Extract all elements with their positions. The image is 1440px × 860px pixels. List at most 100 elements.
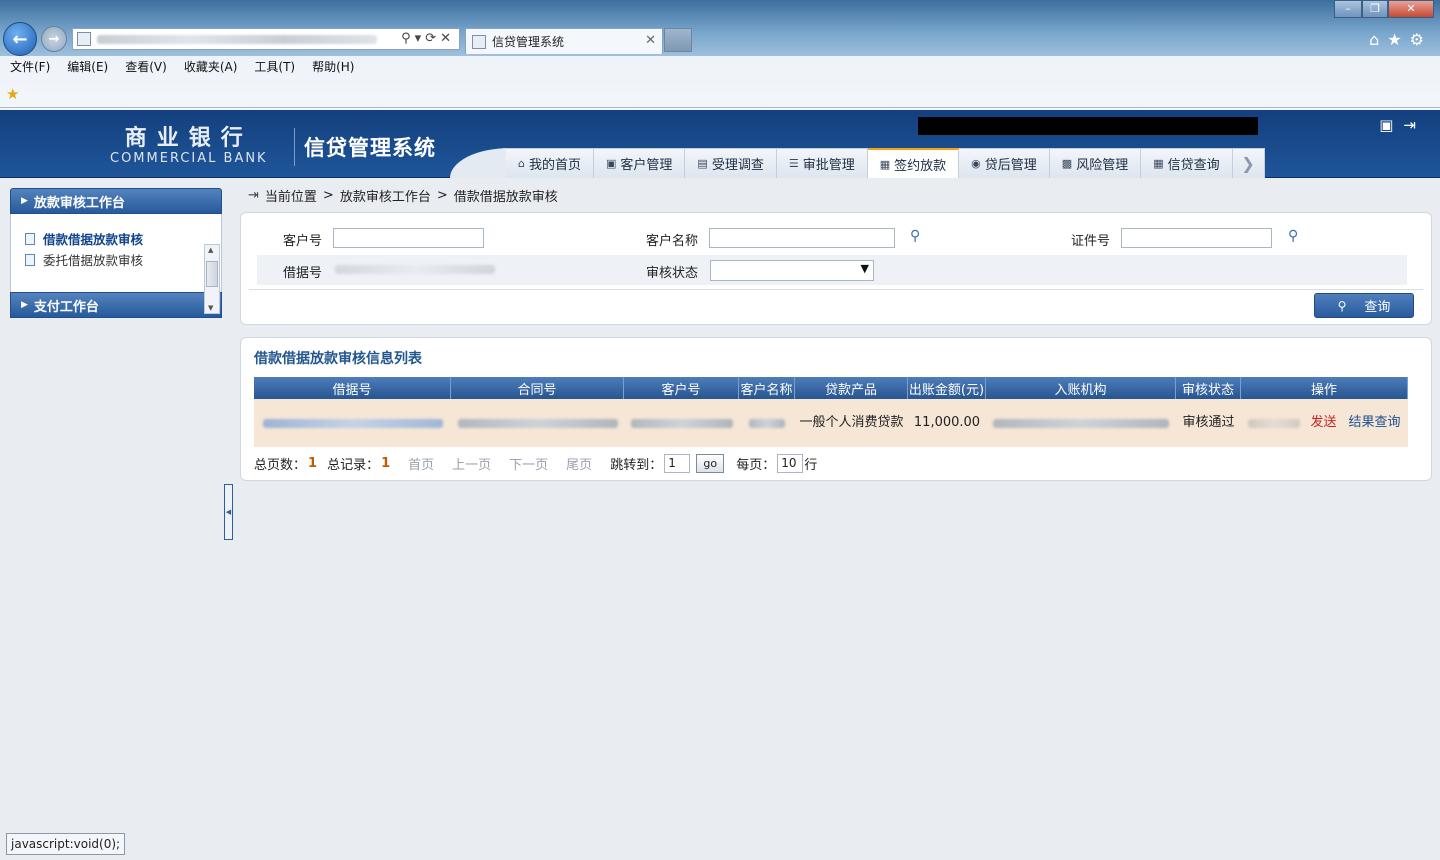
customer-no-label: 客户号 — [283, 234, 323, 249]
search-icon[interactable]: ⚲ — [1288, 228, 1298, 244]
new-tab-button[interactable] — [664, 28, 692, 52]
menu-edit[interactable]: 编辑(E) — [67, 57, 108, 77]
col-header[interactable]: 客户名称 — [739, 377, 795, 399]
tab-risk[interactable]: ▩ 风险管理 — [1049, 148, 1142, 178]
col-header[interactable]: 出账金额(元) — [908, 377, 986, 399]
cell-loan-no[interactable] — [254, 399, 451, 447]
tab-label: 受理调查 — [711, 158, 764, 173]
tab-postloan[interactable]: ◉ 贷后管理 — [959, 148, 1050, 178]
home-icon[interactable]: ⌂ — [1369, 30, 1387, 49]
menu-favorites[interactable]: 收藏夹(A) — [184, 57, 238, 77]
breadcrumb-sep: > — [322, 188, 334, 203]
logout-icon[interactable]: ⇥ — [1403, 116, 1426, 134]
menu-tools[interactable]: 工具(T) — [254, 57, 295, 77]
forward-button[interactable]: → — [41, 26, 67, 52]
triangle-left-icon: ◀ — [225, 508, 232, 516]
triangle-right-icon: ▶ — [21, 196, 28, 206]
menu-help[interactable]: 帮助(H) — [312, 57, 354, 77]
bank-logo: 商业银行 COMMERCIAL BANK — [110, 126, 268, 166]
system-title: 信贷管理系统 — [304, 136, 436, 160]
location-icon: ⇥ — [248, 188, 259, 203]
prev-page-link[interactable]: 上一页 — [452, 454, 491, 473]
nav-more-button[interactable]: ❯ — [1232, 148, 1265, 178]
customer-name-input[interactable] — [709, 228, 895, 248]
sidebar-section-loan-review[interactable]: ▶ 放款审核工作台 — [10, 188, 222, 214]
tab-home[interactable]: ⌂ 我的首页 — [506, 148, 594, 178]
browser-tab-title: 信贷管理系统 — [492, 35, 565, 49]
redacted-text — [262, 418, 443, 428]
query-button[interactable]: ⚲ 查询 — [1314, 293, 1414, 318]
sidebar-item-entrusted-receipt-review[interactable]: 委托借据放款审核 — [25, 249, 221, 270]
result-query-link[interactable]: 结果查询 — [1349, 411, 1401, 435]
menu-file[interactable]: 文件(F) — [10, 57, 50, 77]
favorites-star-icon[interactable]: ★ — [1387, 30, 1409, 49]
scroll-down-icon[interactable]: ▼ — [208, 304, 213, 312]
address-url-redacted — [97, 34, 377, 44]
pager: 总页数： 1 总记录： 1 首页 上一页 下一页 尾页 跳转到： 1 go 每页… — [254, 454, 817, 473]
col-header[interactable]: 贷款产品 — [795, 377, 908, 399]
document-icon — [25, 232, 35, 245]
tab-favicon-icon — [472, 34, 486, 49]
redacted-text — [457, 418, 618, 428]
sidebar-item-label: 委托借据放款审核 — [43, 253, 144, 268]
search-icon[interactable]: ⚲ — [910, 228, 920, 244]
sidebar-item-loan-receipt-review[interactable]: 借款借据放款审核 — [25, 228, 221, 249]
header-icons: ▣⇥ — [1379, 116, 1426, 134]
cell-branch — [986, 399, 1176, 447]
tab-contract[interactable]: ▦ 签约放款 — [867, 148, 960, 178]
tab-survey[interactable]: ▤ 受理调查 — [685, 148, 777, 178]
menu-view[interactable]: 查看(V) — [125, 57, 167, 77]
first-page-link[interactable]: 首页 — [408, 454, 434, 473]
sidebar-section-payment[interactable]: ▶ 支付工作台 — [10, 292, 222, 318]
customer-no-input[interactable] — [333, 228, 484, 248]
address-tools[interactable]: ⚲▾⟳✕ — [401, 31, 455, 46]
home-icon: ⌂ — [518, 157, 525, 170]
last-page-link[interactable]: 尾页 — [566, 454, 592, 473]
table-row[interactable]: 一般个人消费贷款 11,000.00 审核通过 发送 结果查询 — [254, 399, 1408, 447]
scroll-up-icon[interactable]: ▲ — [208, 246, 213, 254]
col-header[interactable]: 操作 — [1241, 377, 1408, 399]
breadcrumb-item[interactable]: 放款审核工作台 — [340, 186, 431, 205]
minimize-button[interactable]: – — [1334, 0, 1362, 18]
close-tab-icon[interactable]: ✕ — [645, 33, 656, 48]
sidebar-collapse-handle[interactable]: ◀ — [224, 484, 233, 540]
jump-page-input[interactable]: 1 — [664, 454, 691, 473]
per-page-input[interactable]: 10 — [777, 454, 804, 473]
next-page-link[interactable]: 下一页 — [509, 454, 548, 473]
back-button[interactable]: ← — [3, 22, 37, 56]
sidebar-item-label: 借款借据放款审核 — [43, 232, 144, 247]
arrow-right-icon: → — [48, 31, 60, 47]
col-header[interactable]: 客户号 — [624, 377, 739, 399]
tab-customer[interactable]: ▣ 客户管理 — [594, 148, 686, 178]
tab-query[interactable]: ▦ 信贷查询 — [1141, 148, 1233, 178]
customer-icon: ▣ — [606, 157, 617, 170]
go-button[interactable]: go — [696, 454, 725, 473]
chevron-right-icon: ❯ — [1241, 154, 1255, 173]
browser-tab[interactable]: 信贷管理系统 ✕ — [465, 28, 663, 54]
monitor-icon[interactable]: ▣ — [1379, 116, 1403, 134]
cell-status: 审核通过 — [1182, 415, 1235, 430]
loan-no-value-redacted[interactable] — [335, 265, 495, 274]
add-favorite-icon[interactable]: ★ — [6, 85, 19, 103]
breadcrumb-prefix: 当前位置 — [264, 190, 317, 205]
user-info-redacted — [918, 117, 1258, 135]
cell-amount: 11,000.00 — [913, 415, 981, 430]
id-no-input[interactable] — [1121, 228, 1272, 248]
col-header[interactable]: 入账机构 — [986, 377, 1176, 399]
address-bar[interactable]: ⚲▾⟳✕ — [72, 28, 460, 50]
cell-product: 一般个人消费贷款 — [799, 415, 904, 430]
close-window-button[interactable]: ✕ — [1388, 0, 1434, 18]
gear-icon[interactable]: ⚙ — [1410, 30, 1432, 49]
col-header[interactable]: 借据号 — [254, 377, 451, 399]
tab-approval[interactable]: ☰ 审批管理 — [776, 148, 868, 178]
maximize-button[interactable]: ❐ — [1362, 0, 1388, 18]
sidebar-section-label: 支付工作台 — [33, 299, 99, 315]
send-link[interactable]: 发送 — [1310, 411, 1336, 435]
status-select[interactable]: ▼ — [710, 260, 874, 281]
scroll-thumb[interactable] — [206, 261, 218, 287]
sidebar-scrollbar[interactable]: ▲ ▼ — [204, 244, 220, 314]
col-header[interactable]: 审核状态 — [1176, 377, 1241, 399]
breadcrumb-sep: > — [436, 188, 448, 203]
logo-en: COMMERCIAL BANK — [110, 151, 268, 166]
col-header[interactable]: 合同号 — [451, 377, 624, 399]
